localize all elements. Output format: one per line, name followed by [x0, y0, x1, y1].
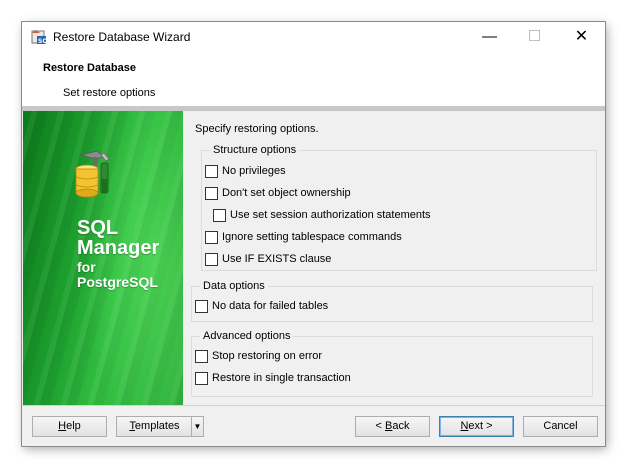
- dont-set-ownership-checkbox[interactable]: Don't set object ownership: [205, 186, 351, 200]
- use-if-exists-checkbox[interactable]: Use IF EXISTS clause: [205, 252, 331, 266]
- no-privileges-checkbox[interactable]: No privileges: [205, 164, 286, 178]
- checkbox-box[interactable]: [213, 208, 226, 222]
- checkbox-box[interactable]: [205, 164, 218, 178]
- use-set-session-auth-checkbox[interactable]: Use set session authorization statements: [213, 208, 431, 222]
- ignore-tablespace-checkbox[interactable]: Ignore setting tablespace commands: [205, 230, 402, 244]
- maximize-button[interactable]: ☐: [512, 22, 557, 52]
- product-name-line3: for: [77, 259, 96, 275]
- no-data-failed-tables-checkbox[interactable]: No data for failed tables: [195, 299, 328, 313]
- help-button[interactable]: Help: [32, 416, 107, 437]
- minimize-button[interactable]: —: [467, 22, 512, 52]
- checkbox-box[interactable]: [205, 252, 218, 266]
- app-icon: SQL: [31, 30, 47, 45]
- options-panel: Specify restoring options. Structure opt…: [183, 111, 605, 405]
- window-title: Restore Database Wizard: [53, 30, 191, 44]
- step-title: Restore Database: [43, 62, 136, 74]
- wizard-footer: Help Templates ▼ < Back Next > Cancel: [22, 406, 605, 446]
- structure-options-legend: Structure options: [210, 143, 300, 157]
- instruction-text: Specify restoring options.: [195, 123, 319, 135]
- product-name-line2: Manager: [77, 237, 160, 259]
- checkbox-box[interactable]: [195, 371, 208, 385]
- advanced-options-legend: Advanced options: [200, 329, 294, 343]
- advanced-options-group: Advanced options Stop restoring on error…: [191, 329, 593, 397]
- product-banner: SQL Manager for PostgreSQL: [23, 111, 183, 405]
- templates-label: emplates: [134, 420, 180, 432]
- chevron-down-icon: ▼: [193, 422, 202, 431]
- checkbox-box[interactable]: [195, 299, 208, 313]
- use-if-exists-label: Use IF EXISTS clause: [222, 253, 332, 265]
- checkbox-box[interactable]: [205, 186, 218, 200]
- single-transaction-label: Restore in single transaction: [212, 372, 351, 384]
- use-set-session-auth-label: Use set session authorization statements: [230, 209, 431, 221]
- database-tools-icon: [75, 150, 110, 198]
- stop-on-error-label: Stop restoring on error: [212, 350, 323, 362]
- wizard-header: Restore Database Set restore options: [22, 52, 605, 106]
- cancel-button[interactable]: Cancel: [523, 416, 598, 437]
- help-mnemonic: H: [58, 420, 67, 432]
- next-label: ext >: [468, 420, 493, 432]
- svg-text:SQL: SQL: [38, 38, 47, 45]
- stop-on-error-checkbox[interactable]: Stop restoring on error: [195, 349, 322, 363]
- no-data-failed-tables-label: No data for failed tables: [212, 300, 329, 312]
- single-transaction-checkbox[interactable]: Restore in single transaction: [195, 371, 351, 385]
- help-label: elp: [66, 420, 81, 432]
- templates-button[interactable]: Templates: [116, 416, 193, 437]
- back-prefix: <: [375, 420, 385, 432]
- dont-set-ownership-label: Don't set object ownership: [222, 187, 351, 199]
- title-bar: SQL Restore Database Wizard — ☐ ✕: [22, 22, 605, 52]
- structure-options-group: Structure options No privileges Don't se…: [201, 143, 597, 271]
- data-options-legend: Data options: [200, 279, 268, 293]
- no-privileges-label: No privileges: [222, 165, 286, 177]
- back-label: ack: [392, 420, 410, 432]
- close-button[interactable]: ✕: [559, 22, 604, 52]
- data-options-group: Data options No data for failed tables: [191, 279, 593, 322]
- restore-database-wizard-window: SQL Restore Database Wizard — ☐ ✕ Restor…: [22, 22, 605, 446]
- templates-dropdown-button[interactable]: ▼: [191, 416, 204, 437]
- next-button[interactable]: Next >: [439, 416, 514, 437]
- checkbox-box[interactable]: [205, 230, 218, 244]
- product-name-line4: PostgreSQL: [77, 274, 158, 290]
- back-button[interactable]: < Back: [355, 416, 430, 437]
- ignore-tablespace-label: Ignore setting tablespace commands: [222, 231, 402, 243]
- checkbox-box[interactable]: [195, 349, 208, 363]
- step-subtitle: Set restore options: [63, 87, 156, 99]
